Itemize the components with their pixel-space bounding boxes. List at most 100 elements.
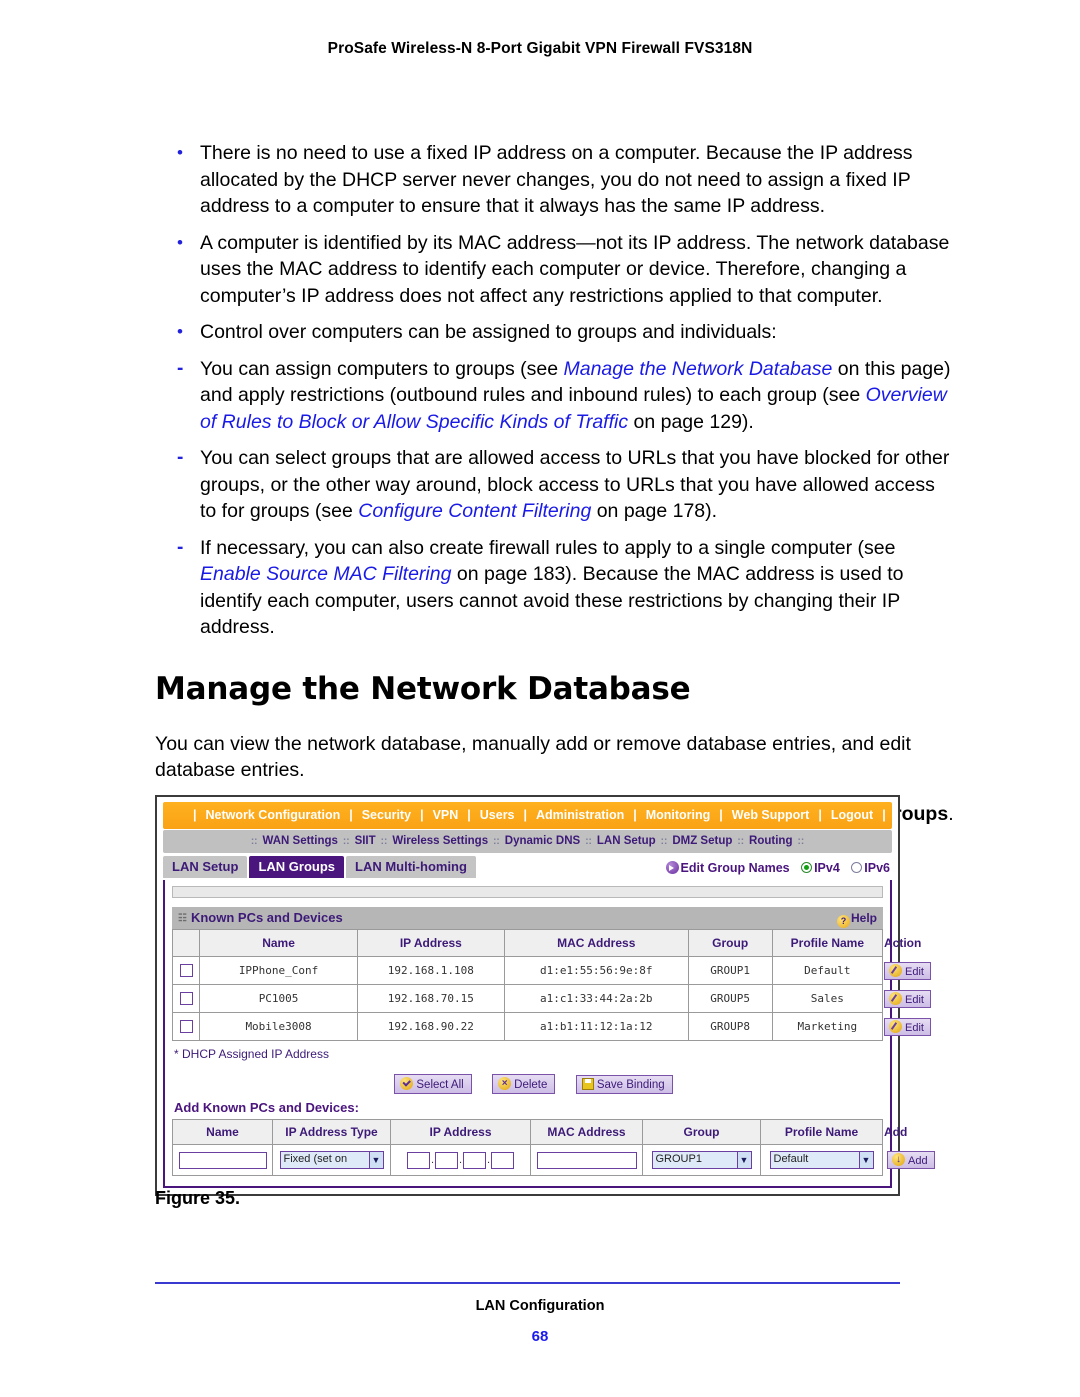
- row-checkbox-cell[interactable]: [171, 984, 201, 1013]
- nav-item-administration[interactable]: Administration: [531, 808, 629, 822]
- row-checkbox-cell[interactable]: [171, 1012, 201, 1041]
- col-mac-address: MAC Address: [503, 929, 689, 957]
- help-link[interactable]: ? Help: [836, 907, 877, 929]
- cell-ip: 192.168.70.15: [356, 984, 505, 1013]
- bullet-list: • There is no need to use a fixed IP add…: [155, 140, 955, 346]
- edit-button[interactable]: Edit: [884, 1017, 931, 1036]
- ipv4-label: IPv4: [814, 861, 840, 875]
- pencil-icon: [889, 963, 902, 977]
- add-cell-profile: Default ▼: [760, 1144, 883, 1176]
- help-icon: ?: [836, 915, 850, 928]
- ip-octet-1-input[interactable]: [407, 1151, 430, 1169]
- nav-separator: |: [633, 808, 637, 822]
- subnav-item-dynamic-dns[interactable]: Dynamic DNS: [503, 835, 582, 847]
- tab-lan-setup[interactable]: LAN Setup: [163, 856, 248, 878]
- nav-item-web-support[interactable]: Web Support: [727, 808, 815, 822]
- row-checkbox[interactable]: [179, 1019, 193, 1033]
- ip-octet-3-input[interactable]: [463, 1151, 486, 1169]
- row-checkbox[interactable]: [179, 963, 193, 977]
- nav-separator: |: [467, 808, 471, 822]
- ipv6-radio[interactable]: [851, 862, 863, 873]
- col-checkbox: [171, 929, 201, 957]
- nav-separator: |: [420, 808, 424, 822]
- subnav-item-wireless-settings[interactable]: Wireless Settings: [390, 835, 490, 847]
- nav-item-users[interactable]: Users: [475, 808, 520, 822]
- nav-item-vpn[interactable]: VPN: [428, 808, 464, 822]
- section-paragraph: You can view the network database, manua…: [155, 732, 911, 782]
- edit-button-label: Edit: [905, 965, 924, 978]
- subnav-item-routing[interactable]: Routing: [747, 835, 794, 847]
- cross-reference-link[interactable]: Manage the Network Database: [564, 358, 833, 380]
- bullet-item: • There is no need to use a fixed IP add…: [155, 140, 955, 220]
- add-cell-ip-type: Fixed (set on ▼: [272, 1144, 391, 1176]
- delete-button[interactable]: Delete: [492, 1074, 556, 1094]
- ip-address-type-value: Fixed (set on: [283, 1153, 348, 1165]
- cross-reference-link[interactable]: Enable Source MAC Filtering: [200, 563, 451, 585]
- tab-lan-multi-homing[interactable]: LAN Multi-homing: [346, 856, 476, 878]
- dhcp-note: * DHCP Assigned IP Address: [174, 1047, 329, 1061]
- edit-button[interactable]: Edit: [884, 989, 931, 1008]
- pencil-icon: [889, 991, 902, 1005]
- add-known-pcs-title: Add Known PCs and Devices:: [174, 1100, 359, 1115]
- nav-item-security[interactable]: Security: [357, 808, 416, 822]
- nav-item-logout[interactable]: Logout: [826, 808, 878, 822]
- dash-text-a: If necessary, you can also create firewa…: [200, 536, 896, 559]
- subnav-item-dmz-setup[interactable]: DMZ Setup: [670, 835, 734, 847]
- edit-button[interactable]: Edit: [884, 961, 931, 980]
- row-checkbox-cell[interactable]: [171, 956, 201, 985]
- group-select[interactable]: GROUP1 ▼: [651, 1151, 752, 1169]
- add-button-label: Add: [908, 1155, 928, 1167]
- ip-octet-2-input[interactable]: [435, 1151, 458, 1169]
- cell-mac: d1:e1:55:56:9e:8f: [503, 956, 689, 985]
- edit-group-names-link[interactable]: Edit Group Names: [681, 861, 790, 875]
- dash-marker-icon: -: [177, 447, 184, 468]
- name-input[interactable]: [178, 1151, 267, 1169]
- footer-title: LAN Configuration: [475, 1298, 605, 1314]
- subnav-separator: ::: [493, 836, 500, 847]
- nav-item-monitoring[interactable]: Monitoring: [641, 808, 716, 822]
- tab-lan-groups[interactable]: LAN Groups: [249, 856, 345, 878]
- profile-name-select[interactable]: Default ▼: [769, 1151, 874, 1169]
- add-col-profile-name: Profile Name: [760, 1119, 883, 1145]
- nav-item-network-configuration[interactable]: Network Configuration: [201, 808, 346, 822]
- add-button[interactable]: Add: [887, 1151, 935, 1169]
- mac-address-input[interactable]: [536, 1151, 637, 1169]
- help-label: Help: [850, 911, 877, 925]
- dash-item: - If necessary, you can also create fire…: [155, 535, 955, 641]
- subnav-item-lan-setup[interactable]: LAN Setup: [595, 835, 658, 847]
- bullet-marker-icon: •: [177, 322, 183, 341]
- select-all-button[interactable]: Select All: [394, 1074, 472, 1094]
- row-checkbox[interactable]: [179, 991, 193, 1005]
- footer-page-number: 68: [531, 1328, 549, 1345]
- add-col-mac-address: MAC Address: [530, 1119, 643, 1145]
- cell-name: PC1005: [199, 984, 358, 1013]
- ip-address-type-select[interactable]: Fixed (set on ▼: [279, 1151, 384, 1169]
- figure-screenshot: | Network Configuration | Security | VPN | User…: [155, 795, 935, 1196]
- table-header-row: Name IP Address MAC Address Group Profil…: [171, 929, 921, 957]
- footer-divider: [155, 1282, 900, 1284]
- nav-separator: |: [523, 808, 528, 822]
- cross-reference-link[interactable]: Configure Content Filtering: [358, 500, 591, 522]
- subnav-separator: ::: [380, 836, 388, 847]
- panel-top-strip: [172, 886, 883, 898]
- subnav-separator: ::: [797, 836, 805, 847]
- cell-name: Mobile3008: [199, 1012, 358, 1041]
- chevron-down-icon: ▼: [858, 1152, 873, 1168]
- subnav-item-wan-settings[interactable]: WAN Settings: [261, 835, 340, 847]
- bullet-text: A computer is identified by its MAC addr…: [200, 231, 950, 307]
- add-table-header-row: Name IP Address Type IP Address MAC Addr…: [172, 1119, 907, 1145]
- subnav-item-siit[interactable]: SIIT: [353, 835, 378, 847]
- dash-list: - You can assign computers to groups (se…: [155, 356, 955, 641]
- add-icon: [892, 1153, 905, 1166]
- router-admin-ui: | Network Configuration | Security | VPN | User…: [155, 795, 935, 1196]
- ipv4-radio[interactable]: [801, 862, 813, 873]
- ip-octet-4-input[interactable]: [491, 1151, 514, 1169]
- save-binding-button[interactable]: Save Binding: [575, 1075, 673, 1094]
- tab-bar-right-controls: Edit Group Names IPv4 IPv6: [665, 857, 890, 879]
- cell-group: GROUP8: [687, 1012, 773, 1041]
- cell-profile: Sales: [771, 984, 884, 1013]
- bullet-item: • A computer is identified by its MAC ad…: [155, 230, 955, 310]
- add-cell-group: GROUP1 ▼: [642, 1144, 761, 1176]
- known-pcs-section-header: ☷ Known PCs and Devices ? Help: [172, 907, 883, 929]
- tab-bar: LAN Setup LAN Groups LAN Multi-homing Edit…: [163, 856, 892, 880]
